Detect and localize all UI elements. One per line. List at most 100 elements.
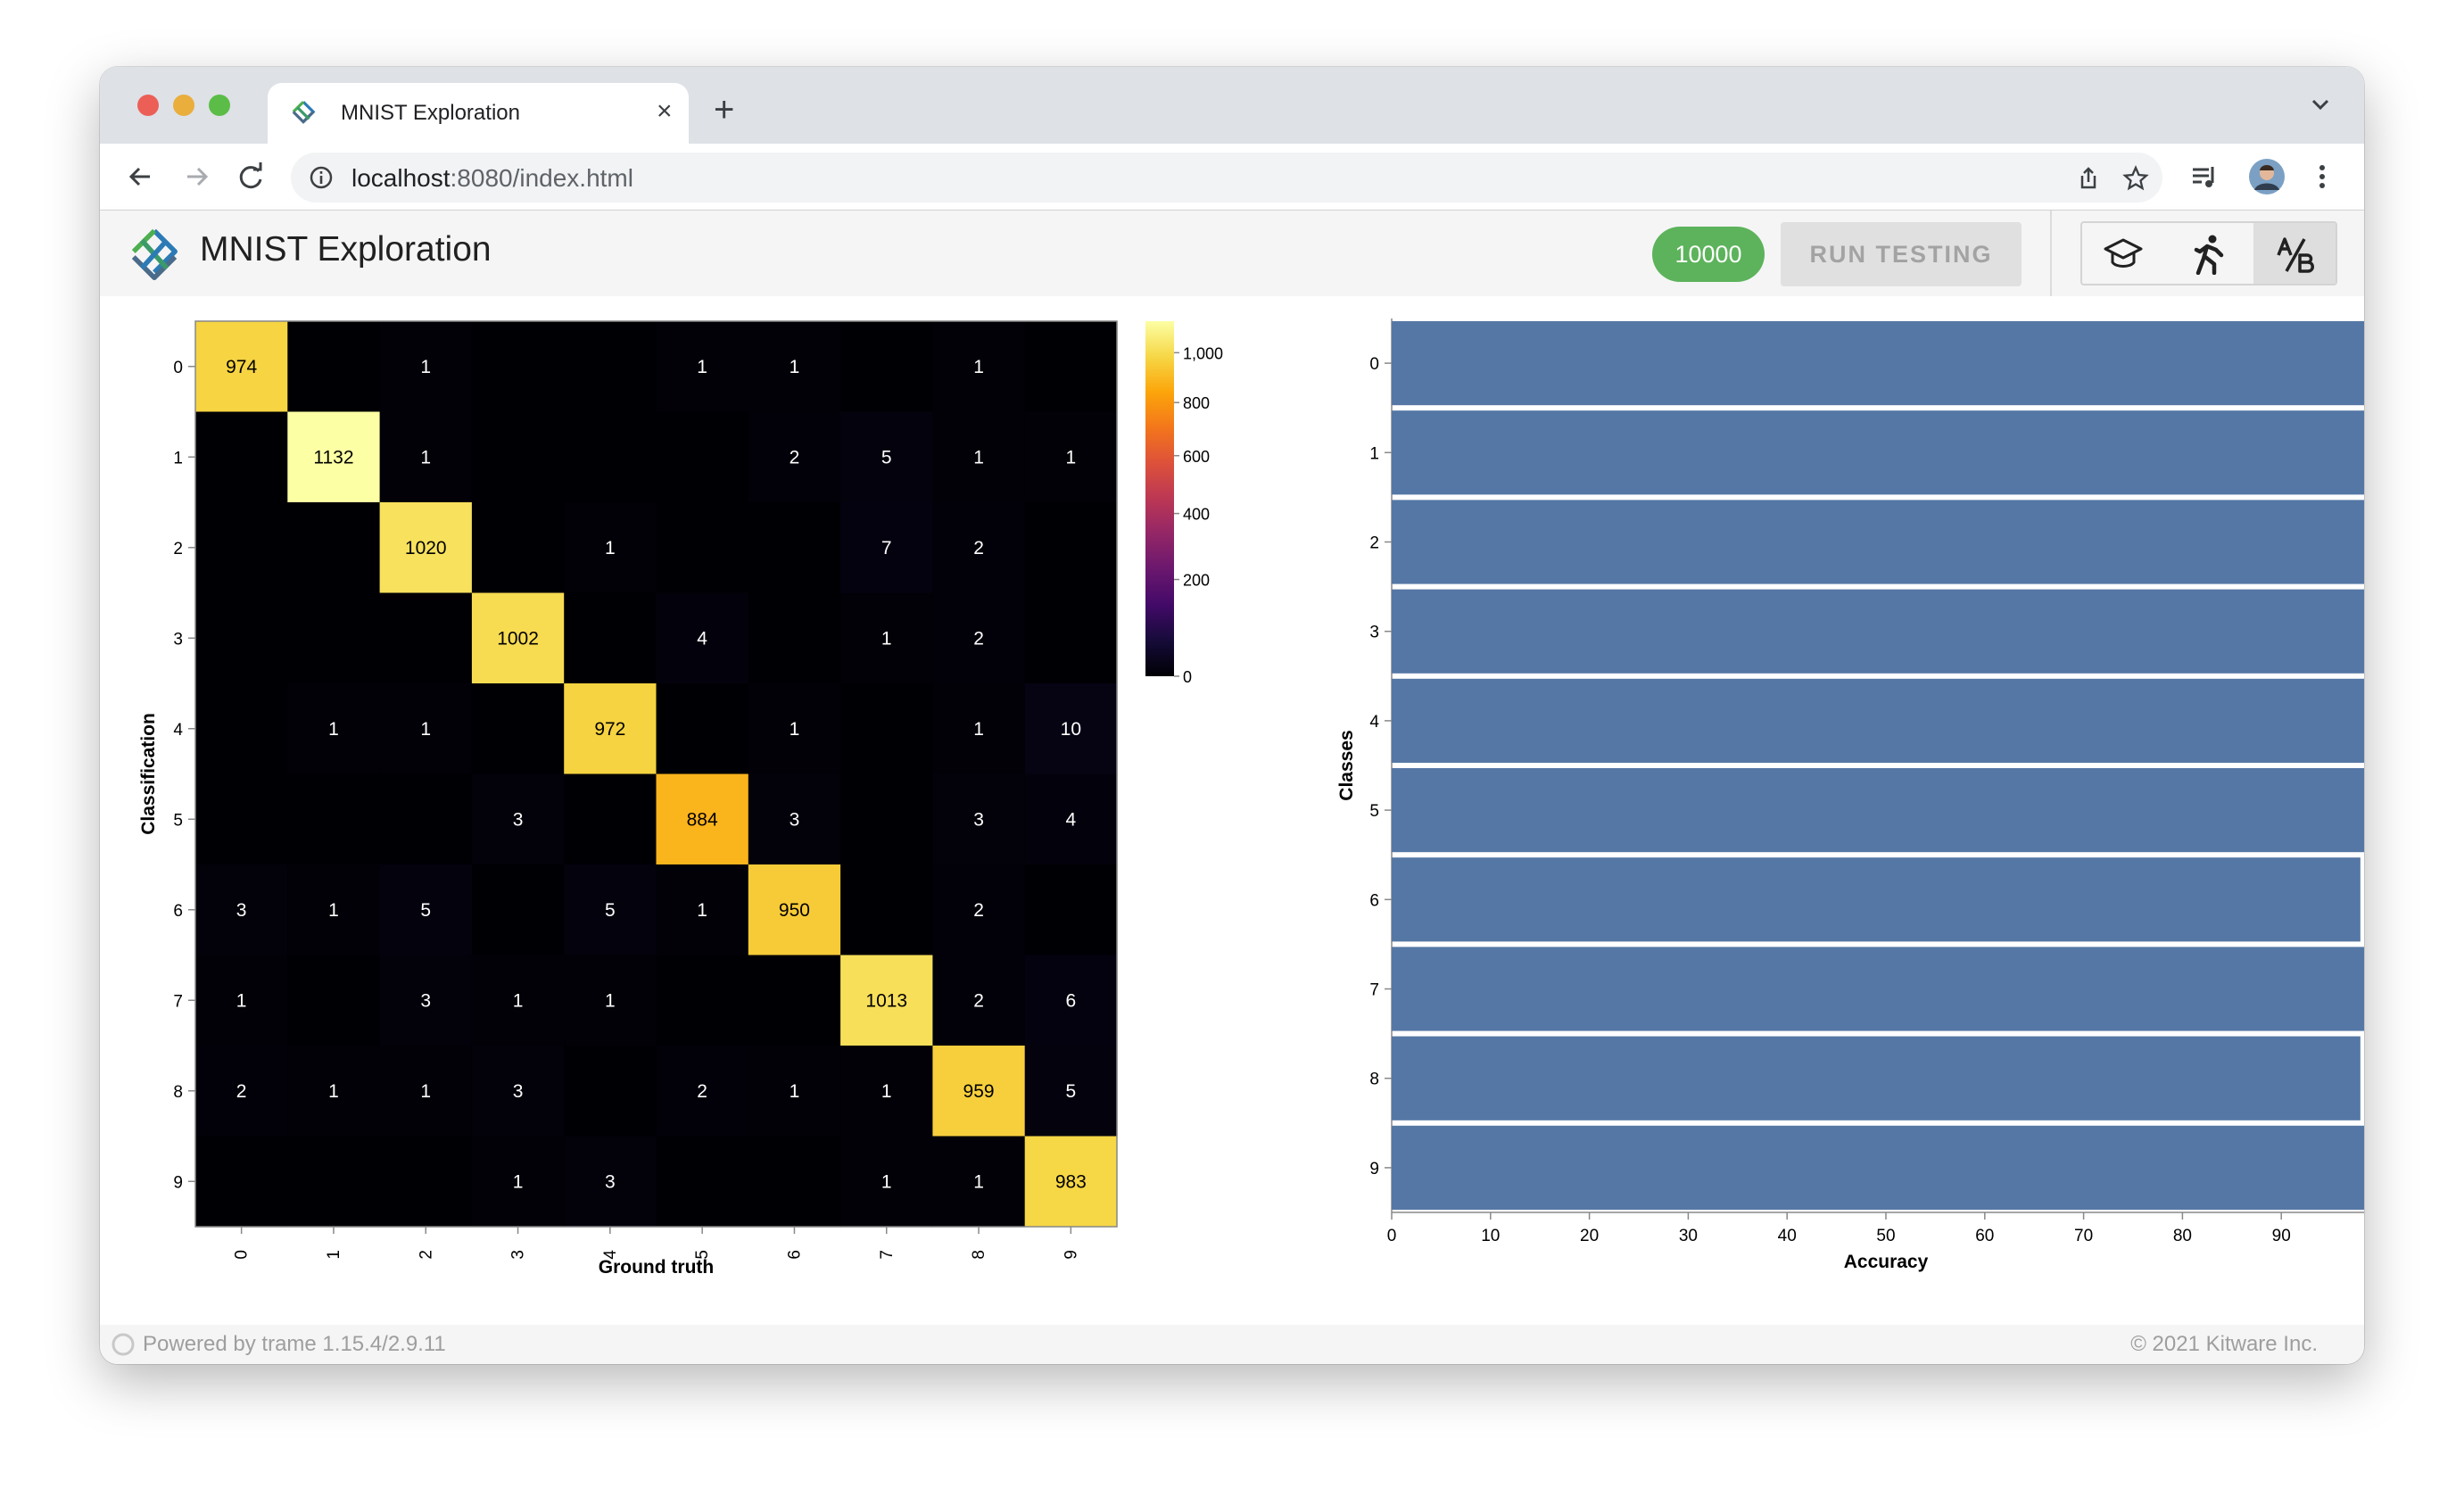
legend-tick-label: 200	[1183, 572, 1210, 590]
x-tick-label: 2	[417, 1250, 435, 1260]
confusion-matrix-chart: 974 1 1 1 11132 1 2 5 1 11020 1 7 21002 4 1 21 1 972 1 1 103…	[138, 320, 1223, 1278]
heatmap-cell	[1024, 321, 1118, 413]
heatmap-cell	[471, 683, 565, 775]
browser-window: MNIST Exploration × + localhost:8080/ind…	[100, 67, 2364, 1364]
x-tick-label: 20	[1580, 1227, 1599, 1245]
x-tick-label: 90	[2272, 1227, 2291, 1245]
ab-testing-toggle[interactable]	[2253, 223, 2336, 284]
minimize-window-dot[interactable]	[173, 95, 194, 116]
cell-label: 3	[790, 809, 800, 830]
browser-menu-icon[interactable]	[2305, 160, 2339, 194]
main-content: 974 1 1 1 1 1132 1 2 5 1 1 1020 1 7 2 1002 4 1 2 1 1 972 1 1 10 3…	[100, 296, 2364, 1325]
x-tick-label: 30	[1679, 1227, 1698, 1245]
heatmap-cell	[748, 592, 841, 684]
heatmap-cell	[471, 864, 565, 956]
profile-avatar-icon[interactable]	[2248, 158, 2286, 195]
tab-search-chevron-icon[interactable]	[2311, 97, 2330, 112]
media-control-icon[interactable]	[2187, 160, 2221, 194]
heatmap-cell	[564, 411, 657, 503]
x-axis-title: Accuracy	[1844, 1252, 1929, 1272]
heatmap-cell	[840, 864, 933, 956]
cell-label: 1	[236, 990, 247, 1011]
app-logo-icon	[131, 228, 178, 281]
heatmap-cell	[287, 773, 381, 865]
heatmap-cell	[379, 592, 473, 684]
back-arrow-icon[interactable]	[123, 160, 157, 194]
heatmap-cell	[840, 683, 933, 775]
cell-label: 3	[236, 900, 247, 921]
new-tab-icon[interactable]: +	[714, 92, 734, 128]
x-tick-label: 8	[970, 1250, 988, 1260]
y-tick-label: 7	[1369, 981, 1379, 1000]
share-icon[interactable]	[2075, 165, 2102, 192]
tab-strip: MNIST Exploration × +	[100, 67, 2364, 144]
cell-label: 1	[513, 990, 524, 1011]
cell-label: 2	[973, 628, 984, 649]
heatmap-cells: 974 1 1 1 11132 1 2 5 1 11020 1 7 21002 4 1 21 1 972 1 1 103…	[195, 321, 1118, 1228]
heatmap-cell	[379, 773, 473, 865]
y-axis-title: Classification	[138, 713, 159, 835]
y-tick-label: 2	[1369, 534, 1379, 553]
y-tick-label: 4	[1369, 713, 1379, 732]
legend-tick-label: 600	[1183, 448, 1210, 466]
cell-label: 1	[973, 1171, 984, 1192]
y-tick-label: 3	[173, 630, 183, 649]
app-title: MNIST Exploration	[200, 230, 492, 269]
accuracy-bar	[1392, 589, 2364, 674]
y-tick-label: 1	[173, 449, 183, 467]
heatmap-cell	[656, 411, 749, 503]
copyright-text: © 2021 Kitware Inc.	[2130, 1332, 2318, 1356]
heatmap-cell	[840, 773, 933, 865]
y-tick-label: 5	[173, 811, 183, 830]
training-toggle[interactable]	[2082, 223, 2166, 284]
x-tick-label: 3	[509, 1250, 528, 1260]
accuracy-bar	[1392, 1036, 2361, 1121]
app-footer: Powered by trame 1.15.4/2.9.11 © 2021 Ki…	[100, 1325, 2364, 1364]
y-tick-label: 8	[1369, 1071, 1379, 1089]
zoom-window-dot[interactable]	[209, 95, 230, 116]
legend-tick-label: 1,000	[1183, 344, 1223, 362]
tab-close-icon[interactable]: ×	[657, 94, 673, 129]
heatmap-cell	[287, 955, 381, 1046]
cell-label: 1	[973, 719, 984, 740]
accuracy-bar	[1392, 500, 2364, 584]
x-axis-title: Ground truth	[599, 1257, 714, 1278]
browser-toolbar: localhost:8080/index.html	[100, 144, 2364, 211]
address-bar[interactable]: localhost:8080/index.html	[291, 153, 2162, 203]
run-testing-button[interactable]: RUN TESTING	[1781, 222, 2022, 286]
y-tick-label: 8	[173, 1083, 183, 1102]
x-tick-label: 70	[2074, 1227, 2093, 1245]
y-tick-label: 7	[173, 992, 183, 1011]
y-axis-title: Classes	[1336, 730, 1357, 800]
heatmap-cell	[748, 1136, 841, 1228]
heatmap-cell	[564, 321, 657, 413]
accuracy-bar	[1392, 678, 2364, 763]
y-tick-label: 6	[173, 902, 183, 921]
heatmap-cell	[287, 321, 381, 413]
cell-label: 2	[973, 900, 984, 921]
x-tick-label: 80	[2173, 1227, 2192, 1245]
heatmap-cell	[564, 773, 657, 865]
cell-label: 2	[697, 1081, 707, 1102]
legend-tick-label: 800	[1183, 394, 1210, 412]
url-text: localhost:8080/index.html	[351, 164, 633, 193]
accuracy-bar	[1392, 410, 2364, 495]
cell-label: 1013	[865, 990, 907, 1011]
close-window-dot[interactable]	[137, 95, 159, 116]
cell-label: 1	[328, 1081, 339, 1102]
forward-arrow-icon[interactable]	[180, 160, 214, 194]
site-info-icon[interactable]	[309, 165, 334, 190]
browser-tab[interactable]: MNIST Exploration ×	[268, 83, 689, 144]
testing-toggle[interactable]	[2168, 223, 2252, 284]
x-tick-label: 0	[233, 1250, 252, 1260]
heatmap-cell	[379, 1136, 473, 1228]
cell-label: 950	[779, 900, 810, 921]
reload-icon[interactable]	[234, 160, 268, 194]
powered-by-text: Powered by trame 1.15.4/2.9.11	[143, 1332, 446, 1356]
cell-label: 983	[1055, 1171, 1087, 1192]
y-tick-label: 6	[1369, 891, 1379, 910]
bookmark-star-icon[interactable]	[2121, 164, 2150, 193]
x-tick-label: 0	[1387, 1227, 1397, 1245]
tab-title: MNIST Exploration	[341, 101, 520, 125]
heatmap-cell	[195, 592, 288, 684]
